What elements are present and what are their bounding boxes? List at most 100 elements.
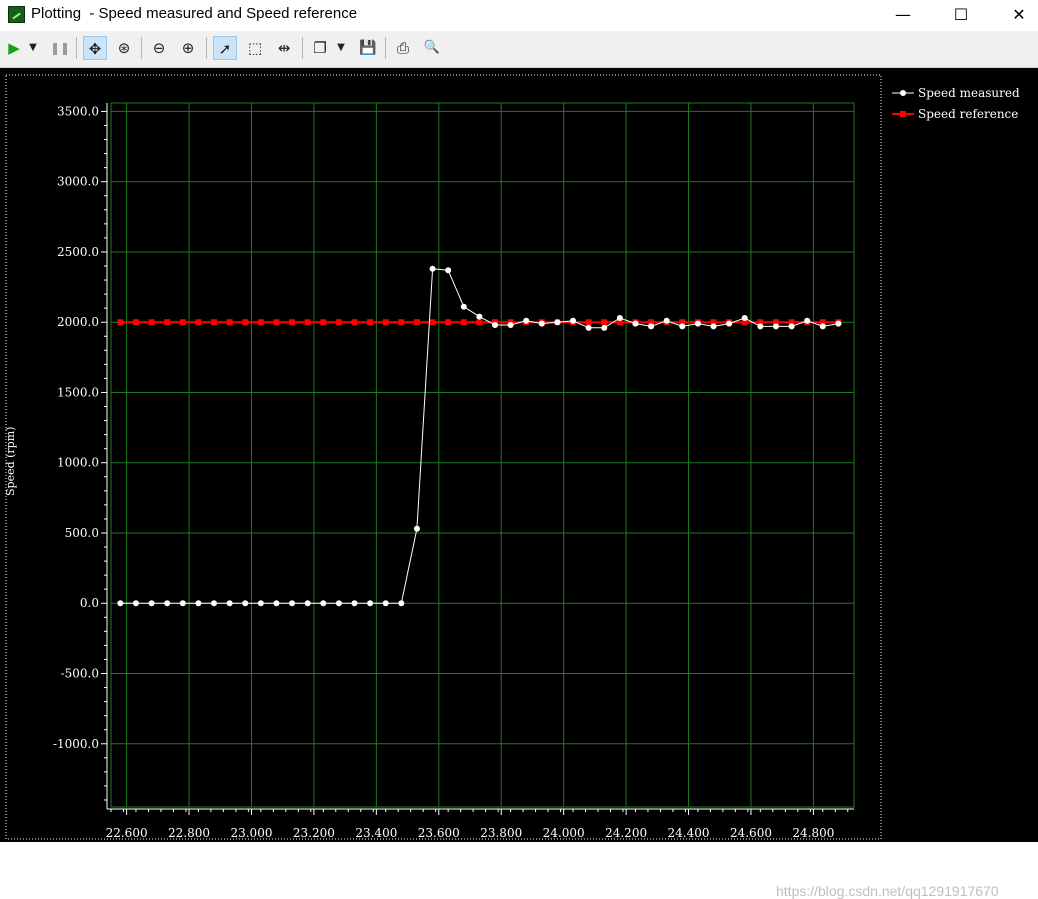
data-point-speed-reference xyxy=(367,319,374,326)
data-point-speed-measured xyxy=(195,600,202,607)
data-point-speed-measured xyxy=(398,600,405,607)
plot-frame xyxy=(110,102,855,808)
toolbar-separator xyxy=(206,37,207,59)
rectangle-select-icon: ⬚ xyxy=(247,39,263,57)
data-point-speed-measured xyxy=(335,600,342,607)
zoom-in-icon: ⊕ xyxy=(181,39,195,57)
data-point-speed-measured xyxy=(164,600,171,607)
data-point-speed-measured xyxy=(491,322,498,329)
data-point-speed-reference xyxy=(164,319,171,326)
save-icon: 💾 xyxy=(359,40,377,56)
y-tick-label: -1000.0 xyxy=(53,737,99,751)
data-point-speed-measured xyxy=(257,600,264,607)
split-cursor-button[interactable]: ⇹ xyxy=(272,36,296,60)
zoom-out-button[interactable]: ⊖ xyxy=(147,36,171,60)
chart-focus-border xyxy=(5,74,882,840)
pause-icon: ❚❚ xyxy=(49,41,71,55)
select-pointer-button[interactable]: ➚ xyxy=(213,36,237,60)
data-point-speed-measured xyxy=(804,317,811,324)
plot-area[interactable]: 22.600 22.800 23.000 23.200 23.400 23.600 23.8… xyxy=(0,68,1038,899)
data-point-speed-measured xyxy=(772,323,779,330)
pan-button[interactable]: ✥ xyxy=(83,36,107,60)
grid xyxy=(111,103,854,807)
toolbar-separator xyxy=(302,37,303,59)
app-plot-icon xyxy=(8,6,25,23)
maximize-button[interactable]: ☐ xyxy=(938,0,984,30)
run-dropdown-button[interactable]: ▼ xyxy=(24,36,42,60)
legend-label-speed-measured: Speed measured xyxy=(918,86,1020,100)
save-button[interactable]: 💾 xyxy=(356,36,380,60)
data-point-speed-reference xyxy=(320,319,327,326)
speed-chart[interactable]: 22.600 22.800 23.000 23.200 23.400 23.600 23.8… xyxy=(0,68,1038,842)
y-tick-label: 1000.0 xyxy=(57,456,99,470)
zoom-fit-button[interactable]: ⊛ xyxy=(112,36,136,60)
minimize-button[interactable]: — xyxy=(880,0,926,30)
data-point-speed-reference xyxy=(289,319,296,326)
copy-icon: ❐ xyxy=(313,39,327,57)
zoom-out-icon: ⊖ xyxy=(152,39,166,57)
data-point-speed-reference xyxy=(398,319,405,326)
data-point-speed-reference xyxy=(413,319,420,326)
y-axis-label: Speed (rpm) xyxy=(4,427,17,496)
data-point-speed-reference xyxy=(445,319,452,326)
toolbar: ▶ ▼ ❚❚ ✥ ⊛ ⊖ ⊕ ➚ ⬚ ⇹ ❐ ▼ 💾 ⎙ 🔍 xyxy=(0,31,1038,68)
window-title: Plotting - Speed measured and Speed refe… xyxy=(31,5,358,22)
zoom-in-button[interactable]: ⊕ xyxy=(176,36,200,60)
run-icon: ▶ xyxy=(8,39,20,57)
print-preview-button[interactable]: 🔍 xyxy=(420,36,444,60)
legend-marker-speed-measured xyxy=(900,90,906,96)
x-tick-label: 23.400 xyxy=(355,826,397,840)
data-point-speed-reference xyxy=(585,319,592,326)
rectangle-select-button[interactable]: ⬚ xyxy=(243,36,267,60)
pan-icon: ✥ xyxy=(88,40,102,58)
y-tick-label: 500.0 xyxy=(65,526,99,540)
data-point-speed-reference xyxy=(148,319,155,326)
data-point-speed-measured xyxy=(835,320,842,327)
run-button[interactable]: ▶ xyxy=(2,36,26,60)
data-point-speed-measured xyxy=(710,323,717,330)
data-point-speed-measured xyxy=(694,320,701,327)
y-tick-label: 3000.0 xyxy=(57,175,99,189)
toolbar-separator xyxy=(76,37,77,59)
data-point-speed-measured xyxy=(429,265,436,272)
data-point-speed-measured xyxy=(570,317,577,324)
data-point-speed-reference xyxy=(273,319,280,326)
data-point-speed-measured xyxy=(554,319,561,326)
axes: 22.600 22.800 23.000 23.200 23.400 23.600 23.8… xyxy=(53,103,854,840)
data-point-speed-measured xyxy=(741,314,748,321)
series xyxy=(117,265,842,607)
data-point-speed-reference xyxy=(226,319,233,326)
data-point-speed-reference xyxy=(429,319,436,326)
data-point-speed-measured xyxy=(273,600,280,607)
y-tick-label: 2000.0 xyxy=(57,315,99,329)
legend-label-speed-reference: Speed reference xyxy=(918,107,1018,121)
data-point-speed-reference xyxy=(179,319,186,326)
data-point-speed-measured xyxy=(663,317,670,324)
data-point-speed-measured xyxy=(507,322,514,329)
toolbar-separator xyxy=(141,37,142,59)
pause-button[interactable]: ❚❚ xyxy=(48,36,72,60)
data-point-speed-measured xyxy=(648,323,655,330)
data-point-speed-reference xyxy=(476,319,483,326)
data-point-speed-measured xyxy=(679,323,686,330)
data-point-speed-measured xyxy=(726,320,733,327)
data-point-speed-measured xyxy=(351,600,358,607)
data-point-speed-measured xyxy=(819,323,826,330)
toolbar-separator xyxy=(385,37,386,59)
copy-button[interactable]: ❐ xyxy=(308,36,332,60)
data-point-speed-reference xyxy=(242,319,249,326)
select-pointer-icon: ➚ xyxy=(218,40,232,58)
dropdown-arrow-icon: ▼ xyxy=(337,42,345,53)
data-point-speed-measured xyxy=(585,324,592,331)
x-tick-label: 24.200 xyxy=(605,826,647,840)
dropdown-arrow-icon: ▼ xyxy=(29,42,37,53)
y-tick-label: -500.0 xyxy=(61,667,99,681)
data-point-speed-measured xyxy=(460,303,467,310)
close-button[interactable]: ✕ xyxy=(996,0,1038,30)
data-point-speed-measured xyxy=(382,600,389,607)
data-point-speed-reference xyxy=(195,319,202,326)
copy-dropdown-button[interactable]: ▼ xyxy=(332,36,350,60)
watermark: https://blog.csdn.net/qq1291917670 xyxy=(776,883,999,899)
data-point-speed-reference xyxy=(117,319,124,326)
print-button[interactable]: ⎙ xyxy=(391,36,415,60)
